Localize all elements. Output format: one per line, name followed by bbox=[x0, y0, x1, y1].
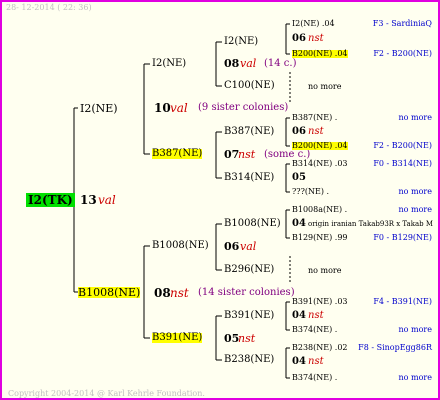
gen2-1-note: (14 c.) bbox=[264, 58, 297, 69]
pedigree-frame: 28- 12-2014 ( 22: 36) I2(TK) 13 val I2(N… bbox=[0, 0, 440, 400]
gen3-node-3[interactable]: B387(NE) bbox=[224, 127, 274, 137]
gen2-2-status: nst bbox=[238, 148, 256, 161]
gen4-node[interactable]: B200(NE) .04 bbox=[292, 50, 348, 58]
gen1b-status: nst bbox=[170, 286, 189, 300]
gen4-right-label[interactable]: F2 - B200(NE) bbox=[373, 142, 432, 150]
g3-8-num: 04 bbox=[292, 356, 306, 367]
gen4-right-label[interactable]: F4 - B391(NE) bbox=[373, 298, 432, 306]
gen4-node[interactable]: B391(NE) .03 bbox=[292, 298, 348, 306]
gen4-node[interactable]: B374(NE) . bbox=[292, 326, 337, 334]
gen2-node-4[interactable]: B391(NE) bbox=[152, 333, 203, 343]
g3-3-status: nst bbox=[308, 126, 324, 137]
gen4-right-label: no more bbox=[398, 205, 432, 214]
gen4-right-label[interactable]: F2 - B200(NE) bbox=[373, 50, 432, 58]
gen4-node[interactable]: B129(NE) .99 bbox=[292, 234, 348, 242]
gen3-node-8[interactable]: B238(NE) bbox=[224, 355, 274, 365]
gen1a-num: 10 bbox=[154, 101, 171, 115]
gen1a-colonies: (9 sister colonies) bbox=[198, 102, 289, 113]
g3-3-num: 06 bbox=[292, 126, 306, 137]
root-num: 13 bbox=[80, 193, 97, 207]
gen3-node-7[interactable]: B391(NE) bbox=[224, 311, 274, 321]
gen4-right-label[interactable]: F0 - B129(NE) bbox=[373, 234, 432, 242]
g3-4-num: 05 bbox=[292, 172, 306, 183]
gen3-node-1[interactable]: I2(NE) bbox=[224, 37, 258, 47]
gen1-node-a[interactable]: I2(NE) bbox=[80, 103, 118, 114]
gen2-node-2[interactable]: B387(NE) bbox=[152, 149, 203, 159]
gen1b-colonies: (14 sister colonies) bbox=[198, 287, 295, 298]
gen4-right-label: no more bbox=[398, 373, 432, 382]
gen2-node-1[interactable]: I2(NE) bbox=[152, 59, 186, 69]
gen2-3-status: val bbox=[240, 240, 257, 253]
g3-7-num: 04 bbox=[292, 310, 306, 321]
gen3-node-4[interactable]: B314(NE) bbox=[224, 173, 274, 183]
gen4-node[interactable]: B374(NE) . bbox=[292, 374, 337, 382]
gen2-4-status: nst bbox=[238, 332, 256, 345]
gen4-right-label: no more bbox=[398, 113, 432, 122]
g3-7-status: nst bbox=[308, 310, 324, 321]
gen4-node[interactable]: I2(NE) .04 bbox=[292, 20, 335, 28]
gen1b-num: 08 bbox=[154, 286, 171, 300]
gen3-node-6[interactable]: B296(NE) bbox=[224, 265, 274, 275]
gen4-right-label[interactable]: F8 - SinopEgg86R bbox=[358, 344, 432, 352]
gen4-right-label[interactable]: F3 - SardiniaQ bbox=[373, 20, 432, 28]
gen4-node[interactable]: B1008a(NE) . bbox=[292, 206, 347, 214]
g3-8-status: nst bbox=[308, 356, 324, 367]
g3-5-num: 04 bbox=[292, 218, 306, 229]
root-status: val bbox=[98, 193, 116, 207]
gen4-right-label: no more bbox=[398, 187, 432, 196]
gen4-node[interactable]: B314(NE) .03 bbox=[292, 160, 348, 168]
gen3-node-2[interactable]: C100(NE) bbox=[224, 81, 275, 91]
gen1-node-b[interactable]: B1008(NE) bbox=[78, 287, 141, 298]
gen2-1-num: 08 bbox=[224, 57, 240, 70]
copyright: Copyright 2004-2014 @ Karl Kehrle Founda… bbox=[8, 389, 205, 398]
root-node[interactable]: I2(TK) bbox=[26, 193, 75, 207]
gen4-node[interactable]: ???(NE) . bbox=[292, 188, 329, 196]
gen2-3-num: 06 bbox=[224, 240, 240, 253]
no-more-2: no more bbox=[308, 266, 342, 275]
g3-5-origin: origin iranian Takab93R x Takab M bbox=[308, 220, 434, 228]
no-more-1: no more bbox=[308, 82, 342, 91]
gen2-node-3[interactable]: B1008(NE) bbox=[152, 241, 209, 251]
g3-1-num: 06 bbox=[292, 33, 306, 44]
g3-1-status: nst bbox=[308, 33, 324, 44]
gen1a-status: val bbox=[170, 101, 188, 115]
gen4-node[interactable]: B387(NE) . bbox=[292, 114, 337, 122]
gen4-node[interactable]: B238(NE) .02 bbox=[292, 344, 348, 352]
gen4-right-label[interactable]: F0 - B314(NE) bbox=[373, 160, 432, 168]
timestamp: 28- 12-2014 ( 22: 36) bbox=[6, 3, 92, 12]
gen3-node-5[interactable]: B1008(NE) bbox=[224, 219, 281, 229]
gen4-right-label: no more bbox=[398, 325, 432, 334]
gen2-1-status: val bbox=[240, 57, 257, 70]
gen4-node[interactable]: B200(NE) .04 bbox=[292, 142, 348, 150]
